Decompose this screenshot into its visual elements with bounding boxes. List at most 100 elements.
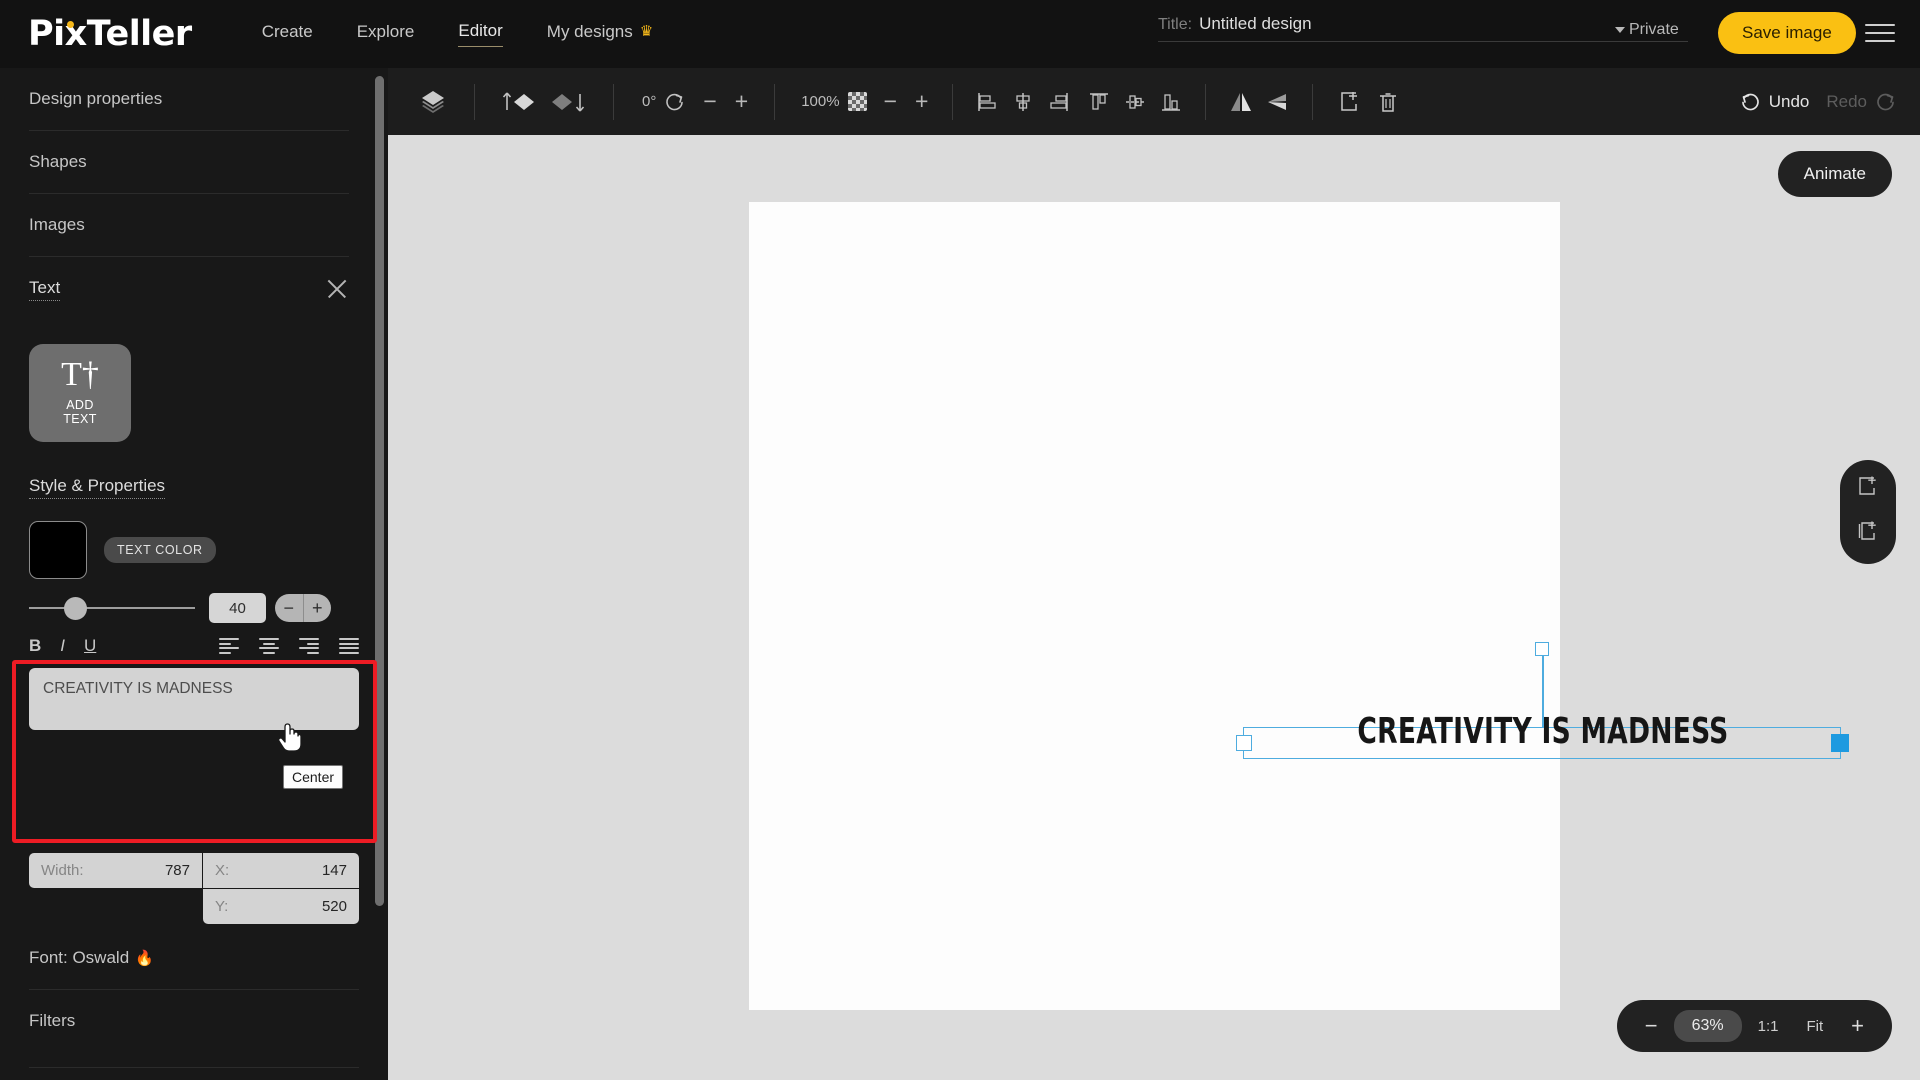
font-size-slider[interactable] [29, 597, 195, 620]
undo-button[interactable]: Undo [1769, 92, 1810, 112]
nav-item-editor[interactable]: Editor [458, 21, 503, 47]
rotation-increase-button[interactable]: + [735, 90, 748, 113]
privacy-dropdown[interactable]: Private [1615, 21, 1679, 39]
align-left-icon[interactable] [975, 90, 999, 114]
y-value: 520 [321, 898, 347, 915]
zoom-out-button[interactable]: − [1633, 1009, 1670, 1043]
rotation-handle[interactable] [1535, 642, 1549, 656]
rotate-icon[interactable] [663, 91, 685, 113]
sidebar-scrollbar[interactable] [375, 76, 384, 906]
align-bottom-icon[interactable] [1159, 90, 1183, 114]
align-left-icon[interactable] [219, 638, 239, 654]
zoom-percent-value[interactable]: 63% [1673, 1010, 1742, 1042]
logo-text: PixTeller [28, 13, 192, 54]
flame-icon: 🔥 [135, 950, 154, 967]
align-right-icon[interactable] [299, 638, 319, 654]
align-top-icon[interactable] [1087, 90, 1111, 114]
main-nav: Create Explore Editor My designs ♛ [262, 21, 653, 47]
rotation-stem [1542, 654, 1544, 728]
nav-item-create[interactable]: Create [262, 22, 313, 47]
align-center-icon[interactable] [259, 638, 279, 654]
redo-icon [1877, 93, 1894, 110]
pixteller-logo[interactable]: PixTeller [28, 13, 192, 54]
design-canvas[interactable] [749, 202, 1560, 1010]
align-middle-v-icon[interactable] [1123, 90, 1147, 114]
logo-dot-icon [67, 20, 74, 28]
zoom-in-button[interactable]: + [1839, 1009, 1876, 1043]
add-text-button[interactable]: T† ADD TEXT [29, 344, 131, 442]
align-justify-icon[interactable] [339, 638, 359, 654]
pixteller-editor-app: PixTeller Create Explore Editor My desig… [0, 0, 1920, 1080]
text-content-input[interactable]: CREATIVITY IS MADNESS [29, 668, 359, 730]
design-title-field[interactable]: Title: Untitled design [1158, 14, 1688, 42]
add-text-line1: ADD [66, 397, 94, 412]
align-center-h-icon[interactable] [1011, 90, 1035, 114]
send-backward-icon[interactable] [547, 89, 589, 115]
zoom-fit-button[interactable]: Fit [1794, 1018, 1835, 1035]
slider-knob[interactable] [64, 597, 87, 620]
add-scene-icon[interactable] [1855, 519, 1881, 550]
resize-handle-right[interactable] [1831, 734, 1849, 752]
x-field[interactable]: X: 147 [203, 853, 359, 888]
bring-forward-icon[interactable] [497, 89, 539, 115]
nav-label-explore: Explore [356, 21, 415, 41]
sidebar-item-images[interactable]: Images [29, 194, 349, 257]
trash-icon[interactable] [1375, 89, 1401, 115]
x-value: 147 [321, 862, 347, 879]
nav-item-explore[interactable]: Explore [357, 22, 415, 47]
y-field[interactable]: Y: 520 [203, 889, 359, 924]
canvas-stage[interactable]: CREATIVITY IS MADNESS Animate − 63% 1:1 … [388, 135, 1920, 1080]
text-color-swatch[interactable] [29, 521, 87, 579]
font-size-stepper: − + [275, 594, 331, 622]
underline-button[interactable]: U [84, 636, 96, 656]
close-icon[interactable] [325, 277, 349, 301]
toolbar-separator-3 [774, 83, 776, 120]
duplicate-icon[interactable] [1335, 89, 1361, 115]
opacity-increase-button[interactable]: + [915, 90, 928, 113]
add-frame-icon[interactable] [1855, 474, 1881, 505]
sidebar-item-text[interactable]: Text [29, 257, 349, 322]
toolbar-separator-5 [1205, 83, 1207, 120]
add-text-label: ADD TEXT [63, 398, 97, 426]
hamburger-menu-icon[interactable] [1865, 20, 1895, 46]
text-color-label: TEXT COLOR [104, 537, 216, 563]
save-image-button[interactable]: Save image [1718, 12, 1856, 54]
rotation-decrease-button[interactable]: − [703, 90, 716, 113]
text-align-buttons [219, 638, 359, 654]
resize-handle-left[interactable] [1236, 735, 1252, 751]
nav-label-create: Create [261, 21, 313, 41]
undo-icon[interactable] [1740, 91, 1762, 113]
sidebar-label-shapes: Shapes [29, 152, 87, 171]
bold-button[interactable]: B [29, 636, 41, 656]
nav-item-my-designs[interactable]: My designs ♛ [547, 22, 653, 47]
font-size-increase-button[interactable]: + [302, 594, 332, 622]
font-size-decrease-button[interactable]: − [275, 594, 303, 622]
text-tool-icon: T† [61, 355, 99, 393]
font-size-input[interactable]: 40 [209, 593, 266, 623]
opacity-decrease-button[interactable]: − [884, 90, 897, 113]
add-text-line2: TEXT [63, 411, 97, 426]
flip-vertical-icon[interactable] [1264, 89, 1290, 115]
chevron-down-icon [1615, 27, 1625, 33]
sidebar-scroll-area: Design properties Shapes Images Text T† … [0, 68, 378, 1080]
opacity-value[interactable]: 100% [801, 93, 839, 110]
layers-icon[interactable] [418, 87, 448, 117]
flip-horizontal-icon[interactable] [1228, 89, 1254, 115]
checkerboard-icon[interactable] [847, 92, 867, 111]
zoom-control-bar: − 63% 1:1 Fit + [1616, 1000, 1892, 1052]
animate-button[interactable]: Animate [1777, 151, 1892, 197]
font-selector[interactable]: Font: Oswald 🔥 [29, 948, 359, 990]
top-header: PixTeller Create Explore Editor My desig… [0, 0, 1920, 68]
sidebar-item-filters[interactable]: Filters [29, 993, 359, 1068]
width-field[interactable]: Width: 787 [29, 853, 202, 888]
rotation-value[interactable]: 0° [642, 93, 656, 110]
zoom-one-to-one-button[interactable]: 1:1 [1746, 1018, 1791, 1035]
text-style-buttons: B I U [29, 636, 96, 656]
selected-text-object[interactable]: CREATIVITY IS MADNESS [1236, 642, 1849, 759]
align-right-icon[interactable] [1047, 90, 1071, 114]
undo-redo-group: Undo Redo [1740, 68, 1896, 135]
italic-button[interactable]: I [60, 636, 65, 656]
sidebar-item-shapes[interactable]: Shapes [29, 131, 349, 194]
sidebar-item-design-properties[interactable]: Design properties [29, 68, 349, 131]
design-title-label: Title: [1158, 16, 1193, 33]
